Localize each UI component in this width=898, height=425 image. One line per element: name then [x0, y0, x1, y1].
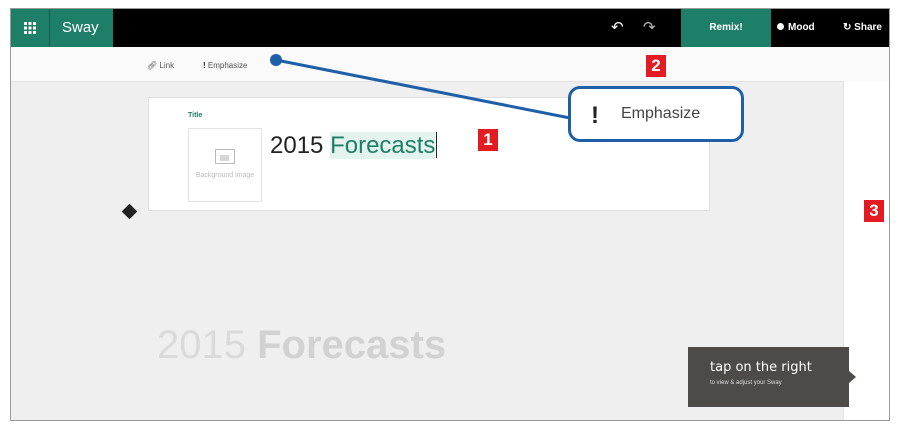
emphasize-callout: ! Emphasize — [568, 86, 744, 142]
callout-connector — [270, 54, 571, 120]
emphasize-callout-label: Emphasize — [621, 105, 701, 122]
marker-3: 3 — [864, 200, 884, 222]
marker-1: 1 — [478, 129, 498, 151]
marker-2: 2 — [646, 55, 666, 77]
emphasize-callout-icon: ! — [591, 102, 599, 129]
